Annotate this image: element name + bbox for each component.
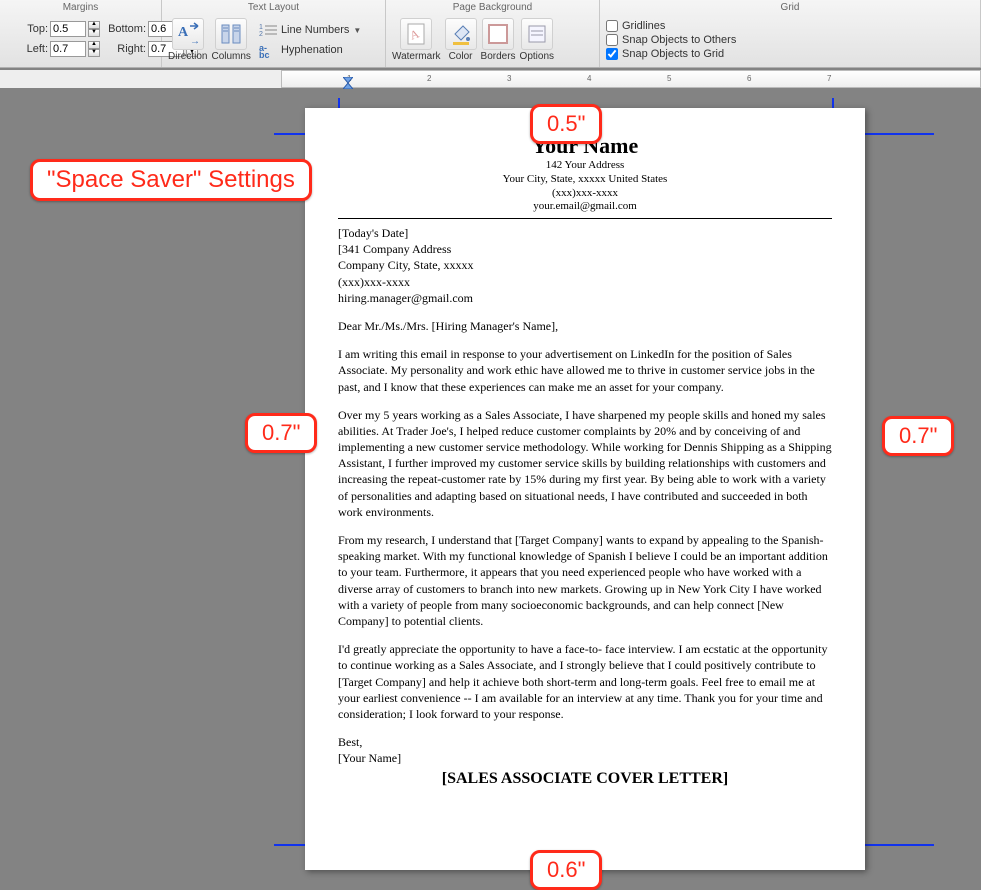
ruler-number: 5 [667,74,671,83]
group-title-grid: Grid [606,2,974,13]
columns-button[interactable]: Columns [211,18,250,62]
snap-others-checkbox[interactable] [606,34,618,46]
snap-grid-checkbox[interactable] [606,48,618,60]
svg-text:bc: bc [259,50,270,58]
margin-left-label: Left: [6,43,48,55]
company-address1: [341 Company Address [338,241,832,257]
date-line: [Today's Date] [338,225,832,241]
color-button[interactable]: Color [445,18,477,62]
ruler-number: 7 [827,74,831,83]
direction-button[interactable]: A→ Direction [168,18,207,62]
paragraph-2: Over my 5 years working as a Sales Assoc… [338,407,832,520]
paint-bucket-icon [445,18,477,50]
ribbon-toolbar: Margins Top: ▲▼ Bottom: ▲▼ Left: ▲▼ [0,0,981,68]
group-title-pagebg: Page Background [392,2,593,13]
callout-top-margin: 0.5" [530,104,602,144]
stepper-down[interactable]: ▼ [88,29,100,37]
watermark-icon: A [400,18,432,50]
document-page[interactable]: Your Name 142 Your Address Your City, St… [305,108,865,870]
signature: [Your Name] [338,750,832,766]
svg-text:→: → [190,36,200,46]
applicant-address1: 142 Your Address [338,159,832,173]
horizontal-ruler[interactable]: 1234567 [0,70,981,88]
borders-button[interactable]: Borders [481,18,516,62]
options-icon [521,18,553,50]
svg-text:2: 2 [259,31,263,38]
group-title-textlayout: Text Layout [168,2,379,13]
paragraph-1: I am writing this email in response to y… [338,346,832,395]
callout-bottom-margin: 0.6" [530,850,602,890]
line-numbers-button[interactable]: 12 Line Numbers ▼ [259,22,361,38]
snap-grid-checkbox-row[interactable]: Snap Objects to Grid [606,48,724,60]
dropdown-arrow-icon: ▼ [353,26,361,35]
margin-top-input[interactable] [50,21,86,37]
margin-left-input[interactable] [50,41,86,57]
margin-right-label: Right: [104,43,146,55]
company-email: hiring.manager@gmail.com [338,290,832,306]
group-title-margins: Margins [6,2,155,13]
callout-title: "Space Saver" Settings [30,159,312,201]
ruler-number: 3 [507,74,511,83]
applicant-address2: Your City, State, xxxxx United States [338,173,832,187]
stepper-up[interactable]: ▲ [88,21,100,29]
snap-others-checkbox-row[interactable]: Snap Objects to Others [606,34,736,46]
margin-bottom-label: Bottom: [104,23,146,35]
company-address2: Company City, State, xxxxx [338,257,832,273]
ruler-number: 4 [587,74,591,83]
applicant-email: your.email@gmail.com [338,200,832,214]
borders-icon [482,18,514,50]
stepper-down[interactable]: ▼ [88,49,100,57]
options-button[interactable]: Options [520,18,554,62]
company-phone: (xxx)xxx-xxxx [338,274,832,290]
svg-text:A: A [178,25,189,40]
ruler-number: 2 [427,74,431,83]
ruler-number: 6 [747,74,751,83]
paragraph-3: From my research, I understand that [Tar… [338,532,832,629]
hyphenation-icon: a-bc [259,42,277,58]
margin-top-label: Top: [6,23,48,35]
stepper-up[interactable]: ▲ [88,41,100,49]
line-numbers-icon: 12 [259,22,277,38]
svg-text:1: 1 [259,24,263,31]
document-footer-title: [SALES ASSOCIATE COVER LETTER] [338,768,832,790]
closing: Best, [338,734,832,750]
paragraph-4: I'd greatly appreciate the opportunity t… [338,641,832,722]
salutation: Dear Mr./Ms./Mrs. [Hiring Manager's Name… [338,318,832,334]
direction-icon: A→ [172,18,204,50]
hyphenation-button[interactable]: a-bc Hyphenation [259,42,361,58]
callout-right-margin: 0.7" [882,416,954,456]
gridlines-checkbox[interactable] [606,20,618,32]
callout-left-margin: 0.7" [245,413,317,453]
header-rule [338,218,832,219]
watermark-button[interactable]: A Watermark [392,18,441,62]
columns-icon [215,18,247,50]
gridlines-checkbox-row[interactable]: Gridlines [606,20,665,32]
applicant-phone: (xxx)xxx-xxxx [338,187,832,201]
